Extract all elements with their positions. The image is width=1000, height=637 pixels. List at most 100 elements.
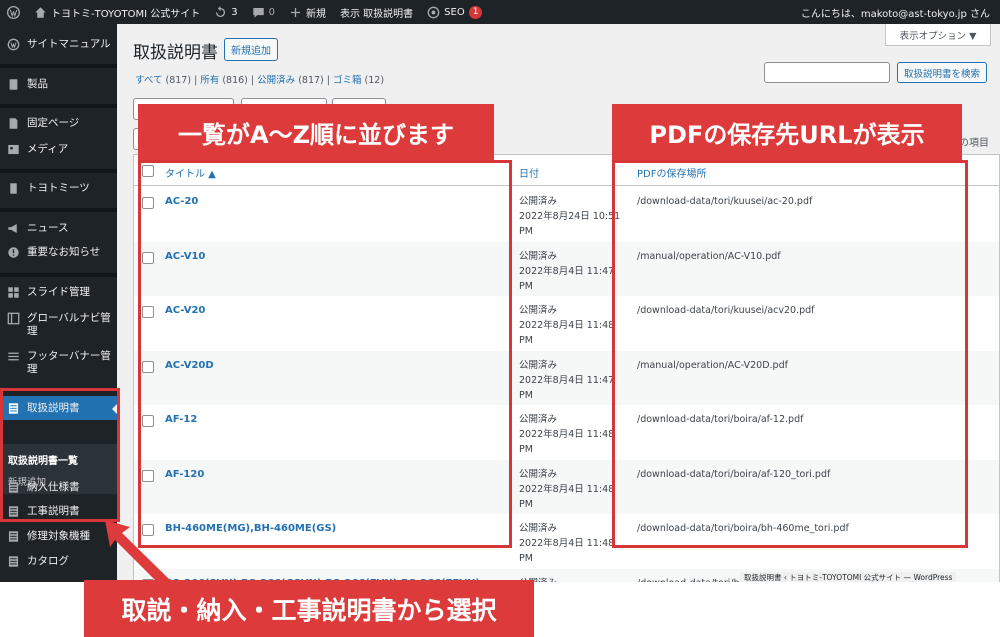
search-button[interactable]: 取扱説明書を検索 <box>897 62 987 83</box>
greeting: こんにちは、makoto@ast-tokyo.jp さん <box>800 8 990 20</box>
megaphone-icon <box>7 222 20 235</box>
row-status: 公開済み <box>519 523 558 534</box>
row-time: PM <box>519 389 533 401</box>
row-time: PM <box>519 498 533 510</box>
sidebar-item-label: サイトマニュアル <box>27 38 111 50</box>
filter-trash[interactable]: ゴミ箱 <box>333 75 362 86</box>
filter-published[interactable]: 公開済み <box>257 75 295 86</box>
row-date: 2022年8月4日 11:48 <box>519 538 615 549</box>
filter-all-count: (817) <box>165 75 192 86</box>
sidebar-item-media[interactable]: メディア <box>0 143 117 156</box>
sidebar-item-label: ニュース <box>27 222 69 234</box>
view-link[interactable]: 表示 取扱説明書 <box>333 0 420 24</box>
annotation-sorted-text: 一覧がA〜Z順に並びます <box>178 120 454 149</box>
annotation-select: 取説・納入・工事説明書から選択 <box>84 580 534 637</box>
annotation-arrow-icon <box>105 520 170 587</box>
row-status: 公開済み <box>519 196 558 207</box>
row-date-cell: 公開済み 2022年8月4日 11:48 PM <box>519 467 623 512</box>
grid-icon <box>7 286 20 299</box>
updates-count: 3 <box>231 6 238 18</box>
search-input[interactable] <box>764 62 890 83</box>
site-name: トヨトミ-TOYOTOMI 公式サイト <box>51 8 201 20</box>
sidebar-item-label: フッターバナー管理 <box>27 350 111 375</box>
home-icon <box>35 6 46 18</box>
sidebar-highlight <box>0 388 120 522</box>
sidebar-item-toyotomeets[interactable]: トヨトミーツ <box>0 182 117 195</box>
updates-link[interactable]: 3 <box>207 0 244 24</box>
pdf-column-highlight <box>612 160 968 548</box>
row-status: 公開済み <box>519 414 558 425</box>
sidebar-item-global-nav[interactable]: グローバルナビ管理 <box>0 312 117 338</box>
alert-icon <box>7 246 20 259</box>
filter-trash-count: (12) <box>364 75 385 86</box>
filter-published-count: (817) <box>298 75 324 86</box>
row-date-cell: 公開済み 2022年8月4日 11:47 PM <box>519 249 623 294</box>
seo-badge: 1 <box>468 5 483 19</box>
view-label: 表示 取扱説明書 <box>339 8 414 20</box>
row-time: PM <box>519 280 533 292</box>
row-status: 公開済み <box>519 359 558 371</box>
row-date-cell: 公開済み 2022年8月24日 10:51 PM <box>519 194 623 239</box>
row-date: 2022年8月4日 11:47 <box>519 374 615 386</box>
sidebar-item-label: 固定ページ <box>27 117 80 129</box>
sidebar-item-important[interactable]: 重要なお知らせ <box>0 246 117 259</box>
row-time: PM <box>519 226 533 237</box>
document-icon <box>7 530 20 543</box>
filter-all[interactable]: すべて <box>135 75 162 86</box>
sidebar-item-news[interactable]: ニュース <box>0 222 117 235</box>
account-menu[interactable]: こんにちは、makoto@ast-tokyo.jp さん <box>794 0 1000 24</box>
seo-menu[interactable]: SEO 1 <box>420 0 489 24</box>
new-content-link[interactable]: 新規 <box>282 0 333 24</box>
row-date: 2022年8月4日 11:47 <box>519 265 615 277</box>
wordpress-logo-icon[interactable] <box>0 0 27 24</box>
sidebar-separator <box>0 64 117 68</box>
plus-icon <box>290 7 301 17</box>
annotation-pdf-url: PDFの保存先URLが表示 <box>612 104 962 160</box>
row-status: 公開済み <box>519 250 558 262</box>
search-button-label: 取扱説明書を検索 <box>903 68 980 80</box>
row-date-cell: 公開済み 2022年8月4日 11:47 PM <box>519 358 623 403</box>
sidebar-item-footer-banner[interactable]: フッターバナー管理 <box>0 350 117 376</box>
list-icon <box>7 350 20 363</box>
seo-label: SEO <box>444 6 465 18</box>
column-date[interactable]: 日付 <box>519 165 539 180</box>
sidebar-item-pages[interactable]: 固定ページ <box>0 117 117 130</box>
product-icon <box>7 78 20 91</box>
row-status: 公開済み <box>519 468 558 480</box>
sidebar-item-label: 製品 <box>27 78 48 90</box>
sidebar-item-label: 修理対象機種 <box>27 530 90 542</box>
add-new-button[interactable]: 新規追加 <box>224 38 278 61</box>
sidebar-item-label: グローバルナビ管理 <box>27 312 111 337</box>
layout-icon <box>7 312 20 325</box>
screen-options-label: 表示オプション ▼ <box>899 30 977 42</box>
page-title: 取扱説明書 <box>133 43 218 63</box>
sidebar-separator <box>0 169 117 173</box>
sidebar-item-manual[interactable]: サイトマニュアル <box>0 38 117 51</box>
site-name-link[interactable]: トヨトミ-TOYOTOMI 公式サイト <box>27 0 207 24</box>
new-label: 新規 <box>305 8 326 20</box>
wordpress-icon <box>7 38 20 51</box>
sidebar-item-label: トヨトミーツ <box>27 182 90 194</box>
filter-mine[interactable]: 所有 <box>200 75 219 86</box>
sidebar-separator <box>0 208 117 212</box>
page-icon <box>7 117 20 130</box>
row-status: 公開済み <box>519 305 558 316</box>
row-time: PM <box>519 335 533 346</box>
screen-options-button[interactable]: 表示オプション ▼ <box>885 24 991 46</box>
row-date-cell: 公開済み 2022年8月4日 11:48 PM <box>519 303 623 348</box>
view-filters: すべて (817) | 所有 (816) | 公開済み (817) | ゴミ箱 … <box>135 75 385 86</box>
row-time: PM <box>519 444 533 455</box>
annotation-pdf-url-text: PDFの保存先URLが表示 <box>649 120 925 149</box>
filter-mine-count: (816) <box>222 75 248 86</box>
post-icon <box>7 182 20 195</box>
sidebar-separator <box>0 104 117 108</box>
sidebar-item-label: 重要なお知らせ <box>27 246 101 258</box>
sidebar-item-product[interactable]: 製品 <box>0 78 117 91</box>
row-date-cell: 公開済み 2022年8月4日 11:48 PM <box>519 521 623 566</box>
comments-link[interactable]: 0 <box>245 0 282 24</box>
updates-icon <box>216 5 226 17</box>
sidebar-item-slides[interactable]: スライド管理 <box>0 286 117 299</box>
row-date: 2022年8月24日 10:51 <box>519 211 621 222</box>
document-icon <box>7 555 20 568</box>
sidebar-item-label: カタログ <box>27 555 69 567</box>
